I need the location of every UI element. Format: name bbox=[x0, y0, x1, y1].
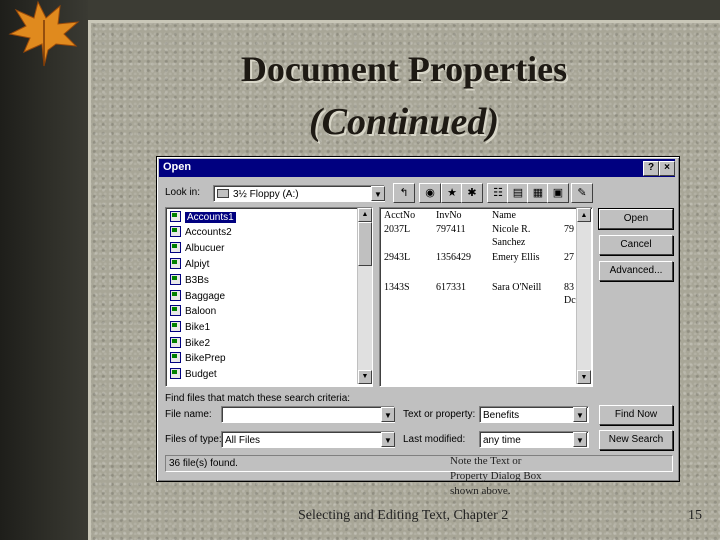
preview-cell: 1343S bbox=[384, 282, 410, 293]
files-of-type-select[interactable]: All Files bbox=[221, 431, 395, 448]
page-number: 15 bbox=[688, 508, 702, 523]
close-button[interactable]: × bbox=[659, 161, 675, 176]
list-item[interactable]: Accounts2 bbox=[170, 225, 232, 240]
list-item[interactable]: Baloon bbox=[170, 304, 216, 319]
excel-file-icon bbox=[170, 352, 181, 363]
list-item[interactable]: Baggage bbox=[170, 289, 225, 304]
last-modified-label: Last modified: bbox=[403, 434, 466, 445]
autumn-leaf-image bbox=[8, 0, 80, 67]
preview-cell: 79 bbox=[564, 224, 574, 235]
excel-file-icon bbox=[170, 305, 181, 316]
preview-cell: Sara O'Neill bbox=[492, 282, 542, 293]
help-button[interactable]: ? bbox=[643, 161, 659, 176]
preview-pane: AcctNo InvNo Name 2037L 797411 Nicole R.… bbox=[379, 207, 593, 387]
scroll-up-icon[interactable]: ▲ bbox=[577, 208, 591, 222]
excel-file-icon bbox=[170, 274, 181, 285]
advanced-button[interactable]: Advanced... bbox=[599, 261, 673, 281]
slide-footer: Selecting and Editing Text, Chapter 2 bbox=[298, 508, 509, 523]
look-in-label: Look in: bbox=[165, 187, 201, 198]
preview-cell: 2943L bbox=[384, 252, 411, 263]
preview-cell: Emery Ellis bbox=[492, 252, 540, 263]
scroll-thumb[interactable] bbox=[358, 222, 372, 266]
files-of-type-label: Files of type: bbox=[165, 434, 222, 445]
excel-file-icon bbox=[170, 290, 181, 301]
text-property-dropdown-icon[interactable]: ▼ bbox=[573, 407, 587, 422]
look-in-dropdown-icon[interactable]: ▼ bbox=[371, 186, 385, 201]
excel-file-icon bbox=[170, 242, 181, 253]
status-bar: 36 file(s) found. bbox=[165, 455, 673, 472]
excel-file-icon bbox=[170, 368, 181, 379]
preview-cell: 797411 bbox=[436, 224, 466, 235]
preview-cell: 2037L bbox=[384, 224, 411, 235]
list-item[interactable]: Accounts1 bbox=[170, 210, 236, 225]
slide-note: Note the Text or Property Dialog Box sho… bbox=[450, 455, 542, 497]
web-icon[interactable]: ◉ bbox=[419, 183, 441, 203]
preview-header: Name bbox=[492, 210, 516, 221]
scroll-down-icon[interactable]: ▼ bbox=[577, 370, 591, 384]
last-modified-dropdown-icon[interactable]: ▼ bbox=[573, 432, 587, 447]
file-name-dropdown-icon[interactable]: ▼ bbox=[381, 407, 395, 422]
properties-view-icon[interactable]: ▦ bbox=[527, 183, 549, 203]
preview-cell: 83 bbox=[564, 282, 574, 293]
details-view-icon[interactable]: ▤ bbox=[507, 183, 529, 203]
look-in-value: 3½ Floppy (A:) bbox=[233, 189, 299, 200]
preview-cell: Nicole R. bbox=[492, 224, 531, 235]
dialog-titlebar: Open ? × bbox=[159, 159, 675, 177]
preview-view-icon[interactable]: ▣ bbox=[547, 183, 569, 203]
excel-file-icon bbox=[170, 211, 181, 222]
preview-cell: 617331 bbox=[436, 282, 466, 293]
file-name-label: File name: bbox=[165, 409, 212, 420]
list-item[interactable]: BikePrep bbox=[170, 351, 226, 366]
slide-title: Document Properties bbox=[240, 49, 568, 89]
preview-header: AcctNo bbox=[384, 210, 416, 221]
preview-cell: 1356429 bbox=[436, 252, 471, 263]
list-view-icon[interactable]: ☷ bbox=[487, 183, 509, 203]
favorites-icon[interactable]: ★ bbox=[441, 183, 463, 203]
list-item[interactable]: Alpiyt bbox=[170, 257, 209, 272]
excel-file-icon bbox=[170, 226, 181, 237]
files-of-type-dropdown-icon[interactable]: ▼ bbox=[381, 432, 395, 447]
excel-file-icon bbox=[170, 258, 181, 269]
list-item[interactable]: Budget bbox=[170, 367, 217, 382]
file-name-input[interactable] bbox=[221, 406, 395, 423]
cancel-button[interactable]: Cancel bbox=[599, 235, 673, 255]
commands-icon[interactable]: ✎ bbox=[571, 183, 593, 203]
list-item[interactable]: Bike1 bbox=[170, 320, 210, 335]
open-dialog: Open ? × Look in: 3½ Floppy (A:) ▼ ↰ ◉ ★… bbox=[156, 156, 680, 482]
add-favorite-icon[interactable]: ✱ bbox=[461, 183, 483, 203]
text-property-label: Text or property: bbox=[403, 409, 476, 420]
preview-cell: 27 bbox=[564, 252, 574, 263]
open-button[interactable]: Open bbox=[598, 208, 674, 230]
file-list-scrollbar[interactable]: ▲ ▼ bbox=[357, 208, 372, 384]
find-now-button[interactable]: Find Now bbox=[599, 405, 673, 425]
search-criteria-label: Find files that match these search crite… bbox=[165, 393, 351, 404]
scroll-down-icon[interactable]: ▼ bbox=[358, 370, 372, 384]
preview-cell: Sanchez bbox=[492, 237, 526, 248]
preview-cell: Dc bbox=[564, 295, 576, 306]
new-search-button[interactable]: New Search bbox=[599, 430, 673, 450]
list-item[interactable]: Bike2 bbox=[170, 336, 210, 351]
excel-file-icon bbox=[170, 337, 181, 348]
preview-header: InvNo bbox=[436, 210, 462, 221]
list-item[interactable]: Albucuer bbox=[170, 241, 224, 256]
look-in-select[interactable]: 3½ Floppy (A:) bbox=[213, 185, 385, 202]
drive-icon bbox=[217, 189, 229, 198]
scroll-up-icon[interactable]: ▲ bbox=[358, 208, 372, 222]
excel-file-icon bbox=[170, 321, 181, 332]
dialog-title: Open bbox=[163, 161, 192, 173]
file-list[interactable]: Accounts1 Accounts2 Albucuer Alpiyt B3Bs… bbox=[165, 207, 373, 387]
list-item[interactable]: B3Bs bbox=[170, 273, 209, 288]
preview-scrollbar[interactable]: ▲ ▼ bbox=[576, 208, 591, 384]
slide-subtitle: (Continued) bbox=[308, 101, 500, 143]
up-one-level-icon[interactable]: ↰ bbox=[393, 183, 415, 203]
left-decor-strip bbox=[0, 0, 88, 540]
